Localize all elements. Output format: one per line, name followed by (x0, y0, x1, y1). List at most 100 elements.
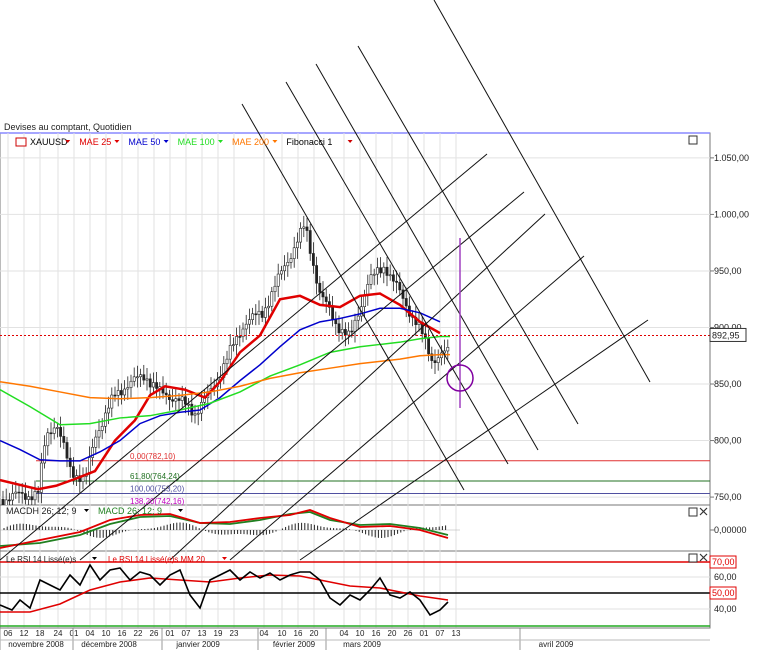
candle-body (299, 228, 303, 243)
candle-body (196, 412, 200, 415)
y-tick-label: 1.000,00 (714, 209, 749, 219)
candle-body (177, 398, 181, 401)
y-tick-label: 1.050,00 (714, 153, 749, 163)
legend: XAUUSD MAE 25 MAE 50 MAE 100 MAE 200 Fibonacc… (6, 135, 708, 564)
candle-body (8, 499, 11, 502)
last-price-label: 892,95 (712, 330, 740, 340)
legend-entry: MAE 25 (79, 137, 111, 147)
candle-body (139, 374, 143, 378)
candle-body (315, 265, 319, 284)
candle-body (97, 430, 101, 438)
legend-dropdown-icon (218, 140, 223, 143)
candle-body (123, 388, 127, 396)
candle-body (404, 298, 408, 307)
candle-body (33, 491, 37, 501)
candle-body (104, 412, 107, 427)
candle-body (391, 274, 395, 282)
day-tick-label: 10 (102, 629, 111, 638)
candle-body (305, 226, 309, 231)
candle-body (324, 296, 328, 302)
candle-body (260, 310, 264, 318)
candle-body (52, 427, 56, 434)
candle-body (113, 394, 117, 397)
candle-body (100, 425, 104, 431)
candle-body (283, 265, 287, 272)
candle-body (132, 376, 136, 382)
day-tick-label: 10 (278, 629, 287, 638)
candle-body (353, 319, 357, 332)
candle-body (187, 403, 191, 406)
candle-body (248, 319, 251, 325)
candle-body (110, 394, 114, 409)
candle-body (14, 491, 18, 494)
candle-body (356, 315, 360, 321)
series-line-mae-100 (0, 335, 450, 426)
candle-body (340, 329, 344, 334)
legend-entry: MAE 50 (128, 137, 160, 147)
candle-body (65, 442, 69, 459)
candle-body (350, 330, 354, 333)
legend-dropdown-icon (347, 140, 353, 143)
fib-level-label: 138,20(742,16) (130, 497, 185, 506)
macd-legend-entry: MACD 26; 12; 9 (98, 506, 162, 516)
candle-body (311, 253, 315, 266)
candle-body (388, 274, 392, 277)
candle-body (302, 226, 306, 229)
candle-body (193, 413, 197, 416)
candle-body (142, 374, 146, 381)
day-tick-label: 22 (134, 629, 143, 638)
day-tick-label: 04 (260, 629, 269, 638)
day-tick-label: 24 (54, 629, 63, 638)
y-tick-label: 950,00 (714, 266, 742, 276)
candle-body (270, 291, 274, 307)
candle-body (190, 403, 194, 416)
rsi-level-label: 70,00 (712, 557, 735, 567)
candle-body (372, 273, 376, 276)
legend-dropdown-icon (222, 557, 227, 560)
candle-body (136, 376, 139, 379)
macd-signal-line (0, 511, 449, 547)
macd-legend-entry: MACDH 26; 12; 9 (6, 506, 77, 516)
rsi-level-label: 60,00 (714, 572, 737, 582)
candle-body (241, 328, 245, 338)
maximize-icon (688, 553, 698, 563)
day-tick-label: 16 (294, 629, 303, 638)
month-tick-label: janvier 2009 (175, 640, 220, 649)
candle-body (30, 496, 34, 501)
candle-body (398, 282, 402, 291)
candle-body (382, 266, 386, 274)
candle-body (129, 380, 133, 388)
month-tick-label: avril 2009 (539, 640, 574, 649)
candle-body (257, 310, 261, 315)
y-tick-label: 750,00 (714, 492, 742, 502)
candle-body (295, 241, 299, 249)
rsi-legend-entry: Le RSI 14 Lissé(e)s (6, 555, 76, 564)
candle-body (171, 399, 175, 402)
candle-body (27, 496, 31, 500)
legend-dropdown-icon (84, 509, 89, 512)
candle-body (55, 427, 59, 429)
rsi-level-label: 50,00 (712, 588, 735, 598)
candle-body (254, 313, 258, 316)
day-tick-label: 26 (150, 629, 159, 638)
fib-level-label: 100,00(753,20) (130, 484, 185, 493)
candle-body (337, 323, 341, 334)
day-tick-label: 01 (420, 629, 429, 638)
day-tick-label: 10 (356, 629, 365, 638)
candle-body (59, 427, 63, 437)
candle-body (318, 282, 322, 293)
candle-body (49, 432, 53, 435)
month-tick-label: décembre 2008 (81, 640, 137, 649)
maximize-icon (688, 507, 698, 517)
candle-body (94, 436, 98, 448)
candle-body (174, 398, 178, 402)
candle-body (145, 378, 149, 381)
maximize-icon (688, 135, 698, 145)
candle-body (72, 466, 75, 478)
candle-body (200, 401, 203, 414)
candle-body (68, 457, 72, 467)
macd-value-label: 0,00000 (714, 525, 747, 535)
day-tick-label: 18 (36, 629, 45, 638)
drawing-overlay (0, 0, 651, 561)
candle-body (155, 382, 159, 389)
